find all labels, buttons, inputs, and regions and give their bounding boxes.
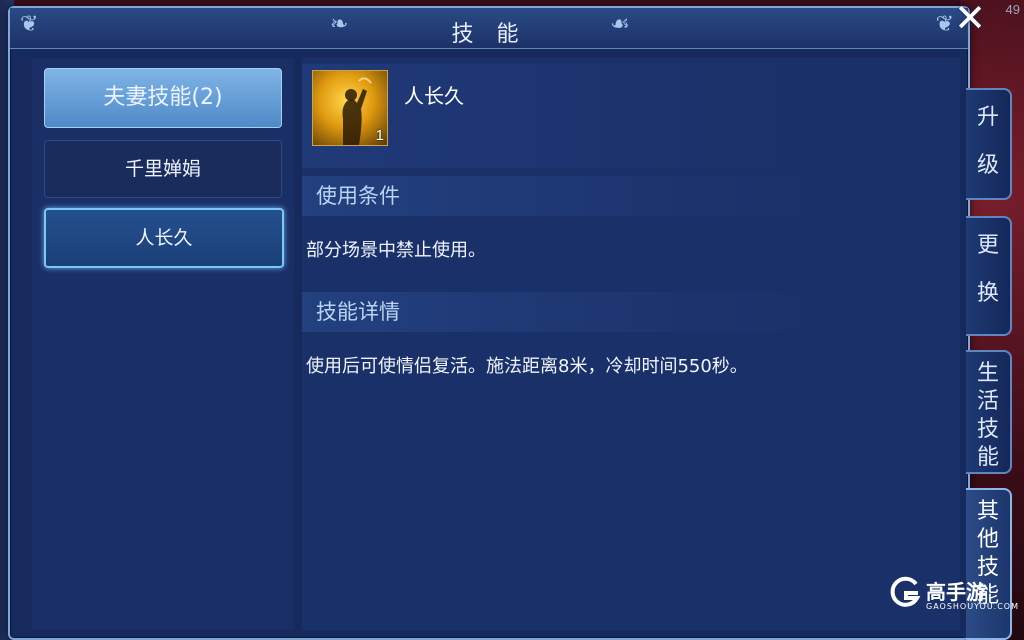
tab-char: 能 <box>976 445 999 470</box>
tab-char: 更 <box>976 233 999 258</box>
tab-char: 升 <box>976 105 999 130</box>
tab-char: 换 <box>976 281 999 306</box>
couple-skills-header-button[interactable]: 夫妻技能(2) <box>44 68 282 128</box>
tab-life-skills[interactable]: 生 活 技 能 <box>966 350 1012 474</box>
praying-figure-icon[interactable]: 1 <box>312 70 388 146</box>
skill-list-item-selected[interactable]: 人长久 <box>44 208 284 268</box>
title-bar: ❦ ❧ 技 能 ☙ ❦ <box>10 8 968 49</box>
skill-level-number: 1 <box>375 127 384 144</box>
tab-char: 技 <box>976 417 999 442</box>
watermark-url: GAOSHOUYOU.COM <box>926 602 1020 611</box>
ornament-icon: ☙ <box>610 12 630 37</box>
close-icon[interactable]: ✕ <box>950 0 990 37</box>
corner-number: 49 <box>1005 2 1020 17</box>
skill-header: 1 人长久 <box>302 64 812 168</box>
skill-list-item[interactable]: 千里婵娟 <box>44 140 282 198</box>
window-title: 技 能 <box>451 22 527 47</box>
tab-char: 他 <box>976 527 999 552</box>
section-title-conditions: 使用条件 <box>302 176 822 216</box>
tab-char: 生 <box>976 361 999 386</box>
tab-upgrade[interactable]: 升 级 <box>966 88 1012 200</box>
watermark-name: 高手游 <box>926 580 986 604</box>
watermark: 高手游 GAOSHOUYOU.COM <box>888 574 1018 618</box>
skill-name: 人长久 <box>404 84 464 108</box>
tab-char: 活 <box>976 389 999 414</box>
watermark-logo-icon <box>890 576 921 607</box>
tab-char: 级 <box>976 153 999 178</box>
section-text-details: 使用后可使情侣复活。施法距离8米，冷却时间550秒。 <box>306 356 748 377</box>
skill-detail-panel: 1 人长久 使用条件 部分场景中禁止使用。 技能详情 使用后可使情侣复活。施法距… <box>302 58 960 630</box>
skill-list-panel: 夫妻技能(2) 千里婵娟 人长久 <box>32 58 294 630</box>
skill-window: ❦ ❧ 技 能 ☙ ❦ 夫妻技能(2) 千里婵娟 人长久 1 人长久 使用条件 … <box>8 6 970 640</box>
tab-char: 其 <box>976 499 999 524</box>
tab-change[interactable]: 更 换 <box>966 216 1012 336</box>
section-text-conditions: 部分场景中禁止使用。 <box>306 240 486 261</box>
section-title-details: 技能详情 <box>302 292 822 332</box>
